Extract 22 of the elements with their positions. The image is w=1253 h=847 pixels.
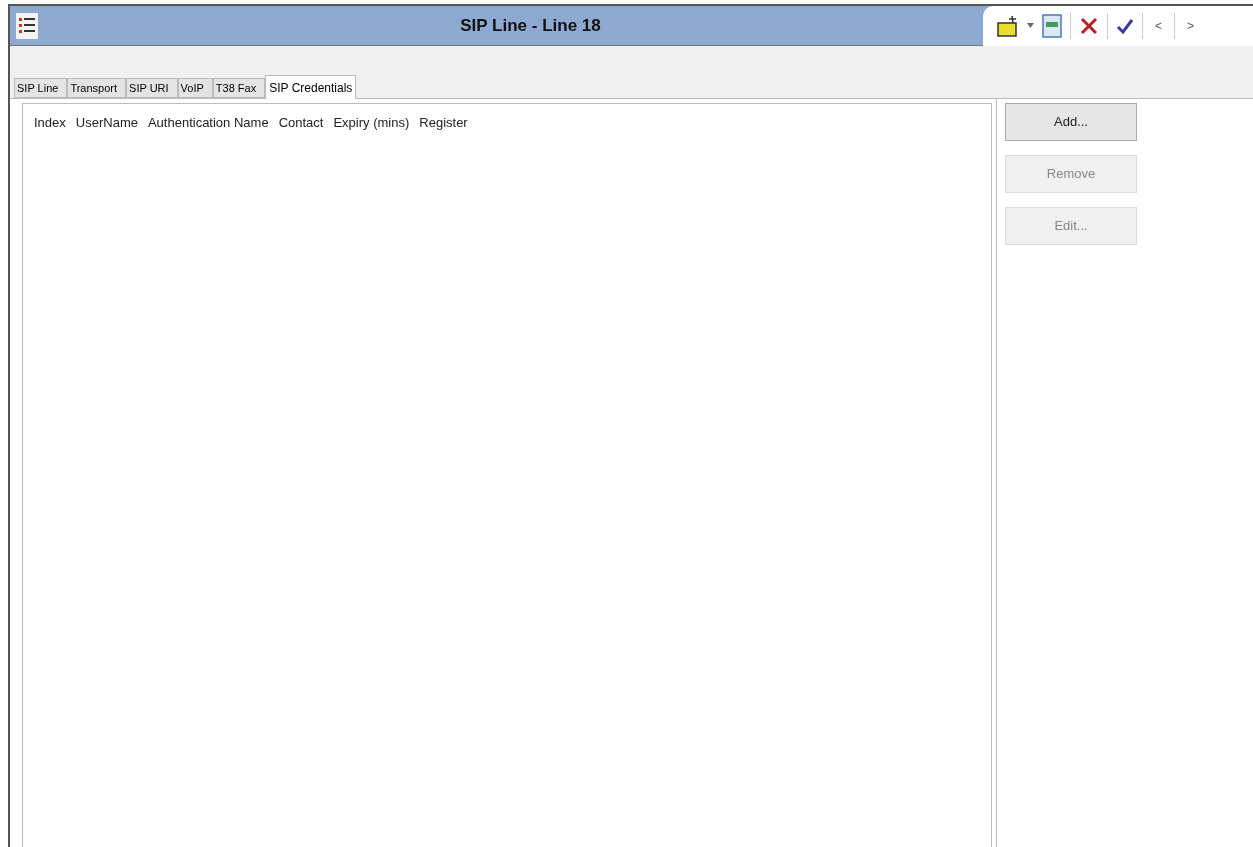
folder-icon[interactable]	[997, 14, 1019, 37]
close-icon[interactable]	[1079, 15, 1099, 36]
tab[interactable]: VoIP	[177, 78, 213, 98]
document-icon[interactable]	[1042, 13, 1062, 38]
next-button[interactable]: >	[1183, 16, 1199, 35]
tab[interactable]: SIP Line	[14, 78, 68, 98]
tab[interactable]: SIP Credentials	[265, 75, 357, 99]
action-button[interactable]: Add...	[1005, 103, 1137, 141]
column-header[interactable]: Index	[29, 113, 71, 133]
tab[interactable]: Transport	[67, 78, 127, 98]
checkmark-icon[interactable]	[1116, 16, 1134, 35]
menu-icon[interactable]	[16, 12, 38, 39]
column-header[interactable]: Register	[414, 113, 473, 133]
column-header[interactable]: Authentication Name	[142, 113, 274, 133]
tab[interactable]: T38 Fax	[212, 78, 266, 98]
tab[interactable]: SIP URI	[126, 78, 178, 98]
column-header[interactable]: Expiry (mins)	[328, 113, 415, 133]
caret-icon[interactable]	[1027, 23, 1034, 28]
previous-button[interactable]: <	[1151, 16, 1166, 35]
column-header[interactable]: UserName	[70, 113, 143, 133]
column-header[interactable]: Contact	[273, 113, 329, 133]
window-title: SIP Line - Line 18	[460, 14, 601, 37]
